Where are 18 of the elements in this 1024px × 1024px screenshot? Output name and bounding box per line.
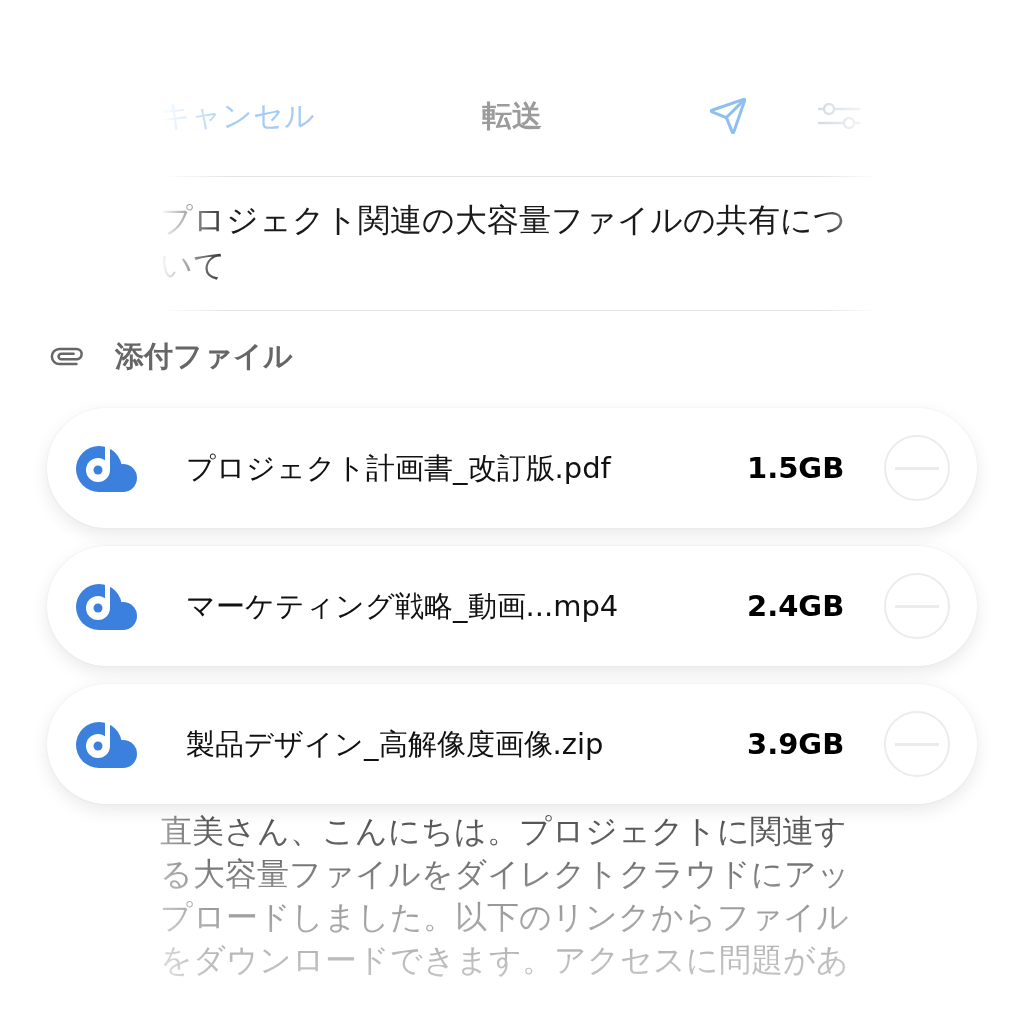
file-name: プロジェクト計画書_改訂版.pdf — [186, 450, 613, 487]
file-size: 3.9GB — [747, 726, 846, 763]
paperclip-icon — [50, 346, 84, 366]
file-name: マーケティング戦略_動画...mp4 — [186, 588, 620, 625]
cloud-icon — [76, 720, 138, 768]
file-size: 2.4GB — [747, 588, 846, 625]
attachment-card[interactable]: 製品デザイン_高解像度画像.zip 3.9GB — [47, 684, 977, 804]
file-name: 製品デザイン_高解像度画像.zip — [186, 726, 605, 763]
sliders-icon[interactable] — [818, 100, 860, 132]
cloud-icon — [76, 444, 138, 492]
attachments-heading: 添付ファイル — [115, 338, 293, 375]
screen-title: 転送 — [482, 97, 542, 135]
attachment-card[interactable]: マーケティング戦略_動画...mp4 2.4GB — [47, 546, 977, 666]
cloud-icon — [76, 582, 138, 630]
file-size: 1.5GB — [747, 450, 846, 487]
attachment-card[interactable]: プロジェクト計画書_改訂版.pdf 1.5GB — [47, 408, 977, 528]
send-icon[interactable] — [708, 96, 748, 136]
subject-text: プロジェクト関連の大容量ファイルの共有について — [160, 200, 847, 286]
